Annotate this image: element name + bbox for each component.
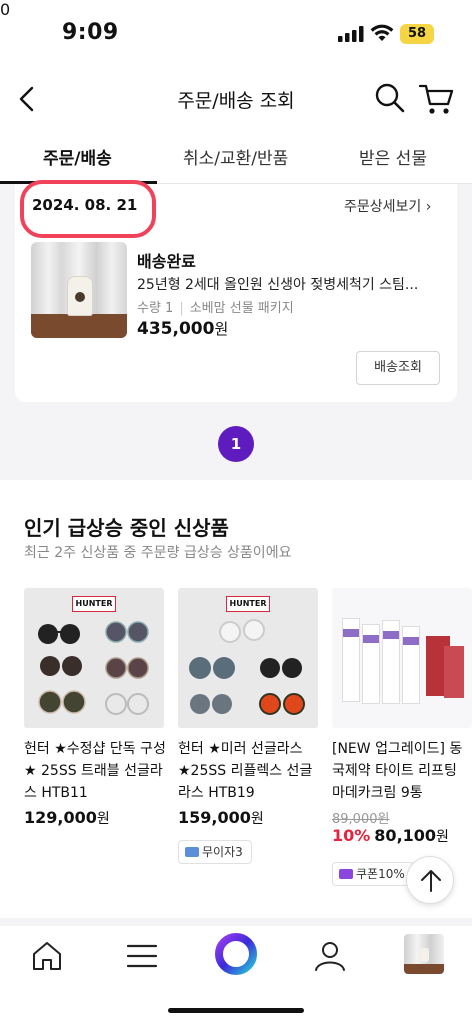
product-card-price: 129,000원 xyxy=(24,808,110,828)
section-title: 인기 급상승 중인 신상품 xyxy=(24,516,229,540)
price-value: 435,000 xyxy=(137,319,215,339)
product-price: 435,000원 xyxy=(137,318,228,339)
arrow-up-icon xyxy=(421,870,441,892)
product-image[interactable] xyxy=(332,588,472,728)
product-card-name[interactable]: 헌터 ★미러 선글라스★25SS 리플렉스 선글라스 HTB19 xyxy=(178,738,320,804)
wifi-icon xyxy=(370,24,394,41)
pagination-current[interactable]: 1 xyxy=(218,426,254,462)
scroll-to-top-button[interactable] xyxy=(406,856,454,904)
brand-ring-icon[interactable] xyxy=(212,930,260,978)
price-value: 129,000 xyxy=(24,808,97,827)
price-currency: 원 xyxy=(250,811,264,827)
discount-rate: 10% xyxy=(332,826,371,845)
app-header: 주문/배송 조회 xyxy=(0,70,472,126)
product-thumbnail[interactable] xyxy=(31,242,127,338)
price-currency: 원 xyxy=(96,811,110,827)
product-option: 소베맘 선물 패키지 xyxy=(189,301,294,316)
status-time: 9:09 xyxy=(62,20,119,45)
product-card-name[interactable]: 헌터 ★수정샵 단독 구성★ 25SS 트래블 선글라스 HTB11 xyxy=(24,738,166,804)
brand-logo: HUNTER xyxy=(226,596,270,612)
search-icon[interactable] xyxy=(374,82,406,114)
card-icon xyxy=(185,847,199,857)
annotation-circle xyxy=(20,180,156,238)
battery-indicator: 58 xyxy=(400,24,434,44)
coupon-icon xyxy=(339,869,353,879)
price-currency: 원 xyxy=(214,320,229,338)
menu-icon[interactable] xyxy=(122,936,162,976)
order-detail-link[interactable]: 주문상세보기 › xyxy=(344,196,431,216)
price-value: 159,000 xyxy=(178,808,251,827)
order-tabs: 주문/배송 취소/교환/반품 받은 선물 xyxy=(0,130,472,184)
home-icon[interactable] xyxy=(27,936,67,976)
price-value: 80,100 xyxy=(374,826,437,845)
product-image[interactable]: HUNTER xyxy=(24,588,164,728)
product-quantity: 수량 1 xyxy=(137,301,174,316)
sale-price: 10% 80,100원 xyxy=(332,826,449,846)
section-subtitle: 최근 2주 신상품 중 주문량 급상승 상품이에요 xyxy=(24,545,292,561)
signal-icon xyxy=(338,26,364,42)
tab-orders[interactable]: 주문/배송 xyxy=(43,144,112,169)
product-card-price: 159,000원 xyxy=(178,808,264,828)
meta-divider: | xyxy=(179,301,184,316)
brand-logo: HUNTER xyxy=(72,596,116,612)
tab-received-gifts[interactable]: 받은 선물 xyxy=(359,144,427,169)
product-card-name[interactable]: [NEW 업그레이드] 동국제약 타이트 리프팅 마데카크림 9통 xyxy=(332,738,472,804)
product-name[interactable]: 25년형 2세대 올인원 신생아 젖병세척기 스팀... xyxy=(137,274,441,294)
installment-tag: 무이자3 xyxy=(178,840,252,864)
track-delivery-button[interactable]: 배송조회 xyxy=(356,351,440,385)
delivery-status: 배송완료 xyxy=(137,252,196,271)
tab-cancel-exchange-return[interactable]: 취소/교환/반품 xyxy=(183,144,288,169)
product-image[interactable]: HUNTER xyxy=(178,588,318,728)
price-currency: 원 xyxy=(436,829,449,845)
cart-icon[interactable] xyxy=(418,80,458,116)
status-bar: 9:09 58 xyxy=(0,0,472,70)
nav-divider xyxy=(0,918,472,926)
profile-icon[interactable] xyxy=(310,936,350,976)
recent-product-thumbnail[interactable] xyxy=(404,934,444,974)
original-price: 89,000원 xyxy=(332,812,390,827)
product-meta: 수량 1 | 소베맘 선물 패키지 xyxy=(137,297,294,316)
coupon-tag: 쿠폰10% xyxy=(332,862,414,886)
home-indicator xyxy=(168,1008,304,1013)
